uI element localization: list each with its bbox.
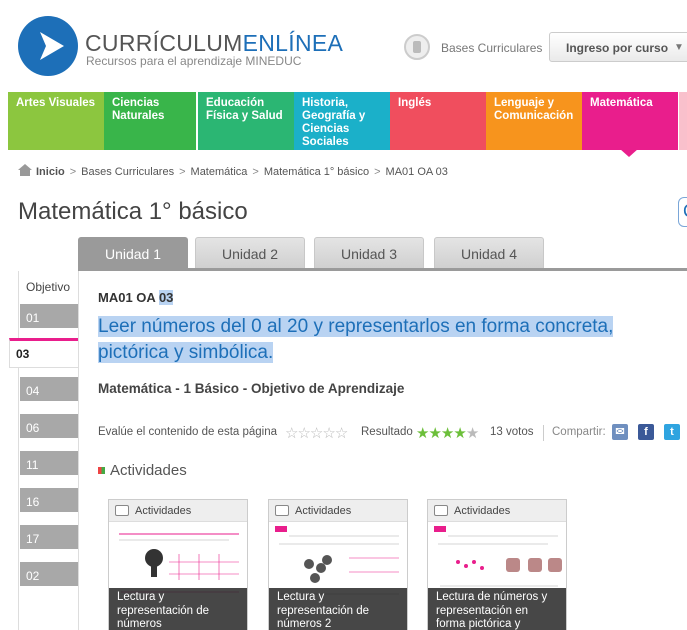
content-border xyxy=(78,271,79,630)
result-label: Resultado xyxy=(361,426,413,438)
subject-tab-lenguaje[interactable]: Lenguaje y Comunicación xyxy=(486,92,582,150)
card-title: Lectura y representación de números 2 xyxy=(269,588,407,630)
objective-subtitle: Matemática - 1 Básico - Objetivo de Apre… xyxy=(98,381,405,396)
breadcrumb: Inicio > Bases Curriculares > Matemática > Mat… xyxy=(18,164,448,178)
share-label: Compartir: xyxy=(552,426,606,438)
objective-item-04[interactable]: 04 xyxy=(20,377,79,403)
activity-card-3[interactable]: Actividades Lectura de números y represe… xyxy=(427,499,567,630)
activity-card-1[interactable]: Actividades Lectura y representación de … xyxy=(108,499,248,630)
ingreso-label: Ingreso por curso xyxy=(566,41,669,55)
card-title: Lectura de números y representación en f… xyxy=(428,588,566,630)
facebook-icon[interactable]: f xyxy=(638,424,654,440)
page: CURRÍCULUMENLÍNEA Recursos para el apren… xyxy=(0,0,687,630)
activity-card-2[interactable]: Actividades Lectura y representación de … xyxy=(268,499,408,630)
active-subject-indicator xyxy=(620,149,638,157)
votes-count: 13 votos xyxy=(490,426,534,438)
breadcrumb-item[interactable]: Matemática xyxy=(191,166,248,178)
tab-unidad-3[interactable]: Unidad 3 xyxy=(314,237,424,269)
chevron-down-icon: ▼ xyxy=(674,42,684,53)
activities-heading: Actividades xyxy=(98,462,187,479)
activities-bullet-icon xyxy=(98,467,105,474)
card-header: Actividades xyxy=(428,500,566,522)
objective-item-02[interactable]: 02 xyxy=(20,562,79,588)
subject-tab-partial[interactable] xyxy=(679,92,687,150)
star-gray-icon: ★ xyxy=(465,425,479,442)
logo-subtitle: Recursos para el aprendizaje MINEDUC xyxy=(86,54,302,68)
star-empty-icon[interactable]: ☆ xyxy=(335,425,348,442)
twitter-icon[interactable]: t xyxy=(664,424,680,440)
star-empty-icon[interactable]: ☆ xyxy=(310,425,323,442)
objective-item-03[interactable]: 03 xyxy=(9,338,79,368)
worksheet-icon xyxy=(115,505,129,516)
breadcrumb-current: MA01 OA 03 xyxy=(385,166,448,178)
share-divider xyxy=(543,425,544,441)
tab-unidad-2[interactable]: Unidad 2 xyxy=(195,237,305,269)
subject-tab-artes-visuales[interactable]: Artes Visuales xyxy=(8,92,104,150)
tab-unidad-4[interactable]: Unidad 4 xyxy=(434,237,544,269)
logo-title[interactable]: CURRÍCULUMENLÍNEA xyxy=(85,30,343,57)
subject-tab-educacion-fisica[interactable]: Educación Física y Salud xyxy=(198,92,294,150)
star-empty-icon[interactable]: ☆ xyxy=(322,425,335,442)
card-header: Actividades xyxy=(269,500,407,522)
breadcrumb-item[interactable]: Matemática 1° básico xyxy=(264,166,369,178)
logo-play-icon[interactable] xyxy=(18,16,78,76)
bases-curriculares-icon[interactable] xyxy=(404,34,430,60)
objective-item-17[interactable]: 17 xyxy=(20,525,79,551)
star-empty-icon[interactable]: ☆ xyxy=(297,425,310,442)
objective-code: MA01 OA 03 xyxy=(98,290,174,305)
page-title: Matemática 1° básico xyxy=(18,198,248,225)
star-full-icon: ★ xyxy=(428,425,441,442)
subject-tab-historia[interactable]: Historia, Geografía y Ciencias Sociales xyxy=(294,92,390,150)
card-header: Actividades xyxy=(109,500,247,522)
star-full-icon: ★ xyxy=(453,425,466,442)
evaluate-label: Evalúe el contenido de esta página xyxy=(98,426,278,438)
tab-unidad-1[interactable]: Unidad 1 xyxy=(78,237,188,269)
star-full-icon: ★ xyxy=(440,425,454,442)
home-icon xyxy=(18,164,32,176)
objective-item-16[interactable]: 16 xyxy=(20,488,79,514)
objective-item-01[interactable]: 01 xyxy=(20,304,79,330)
card-title: Lectura y representación de números xyxy=(109,588,247,630)
tab-content-divider xyxy=(78,268,687,271)
star-full-icon: ★ xyxy=(416,425,429,442)
objective-item-11[interactable]: 11 xyxy=(20,451,79,477)
rate-stars-input[interactable]: ☆☆☆☆☆ xyxy=(285,424,348,442)
rating-row: Evalúe el contenido de esta página ☆☆☆☆☆… xyxy=(98,424,687,444)
star-empty-icon[interactable]: ☆ xyxy=(285,425,298,442)
objective-text: Leer números del 0 al 20 y representarlo… xyxy=(98,316,614,363)
partial-button[interactable]: C xyxy=(678,197,687,227)
result-stars: ★★★★★ xyxy=(416,424,479,442)
objective-header: Objetivo xyxy=(26,280,71,294)
subject-tab-ingles[interactable]: Inglés xyxy=(390,92,486,150)
ingreso-por-curso-dropdown[interactable]: Ingreso por curso ▼ xyxy=(549,32,687,62)
subject-tab-ciencias-naturales[interactable]: Ciencias Naturales xyxy=(104,92,196,150)
site-header: CURRÍCULUMENLÍNEA Recursos para el apren… xyxy=(0,0,687,92)
bases-curriculares-link[interactable]: Bases Curriculares xyxy=(441,41,542,55)
objective-item-06[interactable]: 06 xyxy=(20,414,79,440)
email-share-icon[interactable]: ✉ xyxy=(612,424,628,440)
subject-nav: Artes Visuales Ciencias Naturales Educac… xyxy=(0,92,687,150)
breadcrumb-home[interactable]: Inicio xyxy=(36,166,65,178)
objective-sidebar: Objetivo 01 03 04 06 11 16 17 02 xyxy=(9,271,79,630)
worksheet-icon xyxy=(434,505,448,516)
worksheet-icon xyxy=(275,505,289,516)
breadcrumb-item[interactable]: Bases Curriculares xyxy=(81,166,174,178)
subject-tab-matematica[interactable]: Matemática xyxy=(582,92,678,150)
